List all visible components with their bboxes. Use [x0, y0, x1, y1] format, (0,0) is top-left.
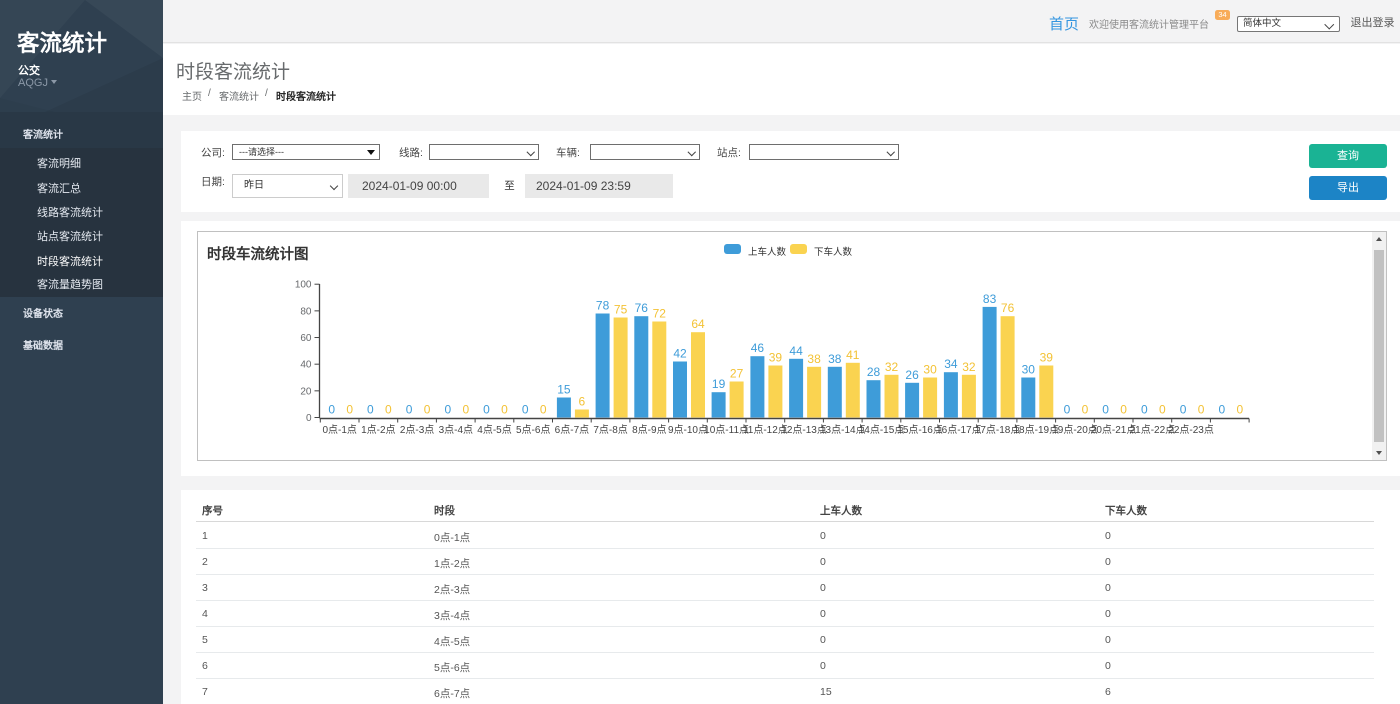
svg-text:64: 64	[691, 317, 705, 331]
svg-text:0: 0	[483, 403, 490, 417]
svg-text:40: 40	[300, 360, 312, 371]
svg-text:83: 83	[983, 292, 997, 306]
svg-text:0: 0	[1180, 403, 1187, 417]
svg-text:42: 42	[673, 347, 687, 361]
svg-text:8点-9点: 8点-9点	[632, 424, 666, 436]
svg-text:0: 0	[346, 403, 353, 417]
svg-text:4点-5点: 4点-5点	[477, 424, 511, 436]
svg-text:0: 0	[522, 403, 529, 417]
svg-text:0点-1点: 0点-1点	[322, 424, 356, 436]
svg-text:0: 0	[367, 403, 374, 417]
svg-text:3点-4点: 3点-4点	[439, 424, 473, 436]
svg-text:28: 28	[867, 365, 881, 379]
svg-text:2点-3点: 2点-3点	[400, 424, 434, 436]
svg-text:27: 27	[730, 367, 744, 381]
svg-text:46: 46	[751, 341, 765, 355]
svg-text:26: 26	[905, 368, 919, 382]
svg-text:9点-10点: 9点-10点	[668, 424, 708, 436]
svg-text:80: 80	[300, 306, 312, 317]
svg-text:1点-2点: 1点-2点	[361, 424, 395, 436]
svg-text:0: 0	[1159, 403, 1166, 417]
svg-text:0: 0	[444, 403, 451, 417]
svg-text:0: 0	[406, 403, 413, 417]
svg-text:44: 44	[789, 344, 803, 358]
svg-text:38: 38	[807, 352, 821, 366]
svg-text:0: 0	[540, 403, 547, 417]
svg-text:32: 32	[962, 360, 976, 374]
svg-text:0: 0	[1236, 403, 1243, 417]
svg-text:60: 60	[300, 333, 312, 344]
svg-text:0: 0	[306, 413, 312, 424]
svg-text:41: 41	[846, 348, 860, 362]
svg-text:76: 76	[1001, 301, 1015, 315]
svg-text:78: 78	[596, 299, 610, 313]
svg-text:39: 39	[1040, 351, 1054, 365]
svg-text:0: 0	[1120, 403, 1127, 417]
svg-text:7点-8点: 7点-8点	[593, 424, 627, 436]
svg-text:75: 75	[614, 303, 628, 317]
svg-text:6: 6	[579, 395, 586, 409]
svg-text:30: 30	[923, 363, 937, 377]
svg-text:0: 0	[424, 403, 431, 417]
svg-text:15: 15	[557, 383, 571, 397]
svg-text:39: 39	[769, 351, 783, 365]
svg-text:20: 20	[300, 386, 312, 397]
svg-text:30: 30	[1022, 363, 1036, 377]
svg-text:5点-6点: 5点-6点	[516, 424, 550, 436]
svg-text:0: 0	[1082, 403, 1089, 417]
svg-text:22点-23点: 22点-23点	[1168, 424, 1214, 436]
svg-text:38: 38	[828, 352, 842, 366]
svg-text:0: 0	[1064, 403, 1071, 417]
svg-text:0: 0	[462, 403, 469, 417]
svg-text:0: 0	[1141, 403, 1148, 417]
svg-text:6点-7点: 6点-7点	[555, 424, 589, 436]
svg-text:19: 19	[712, 377, 726, 391]
svg-text:0: 0	[1198, 403, 1205, 417]
svg-text:0: 0	[1102, 403, 1109, 417]
svg-text:34: 34	[944, 357, 958, 371]
svg-text:32: 32	[885, 360, 899, 374]
svg-text:72: 72	[653, 307, 667, 321]
svg-text:0: 0	[328, 403, 335, 417]
svg-text:76: 76	[635, 301, 649, 315]
svg-text:0: 0	[385, 403, 392, 417]
svg-text:0: 0	[501, 403, 508, 417]
svg-text:0: 0	[1218, 403, 1225, 417]
svg-text:100: 100	[295, 280, 312, 291]
